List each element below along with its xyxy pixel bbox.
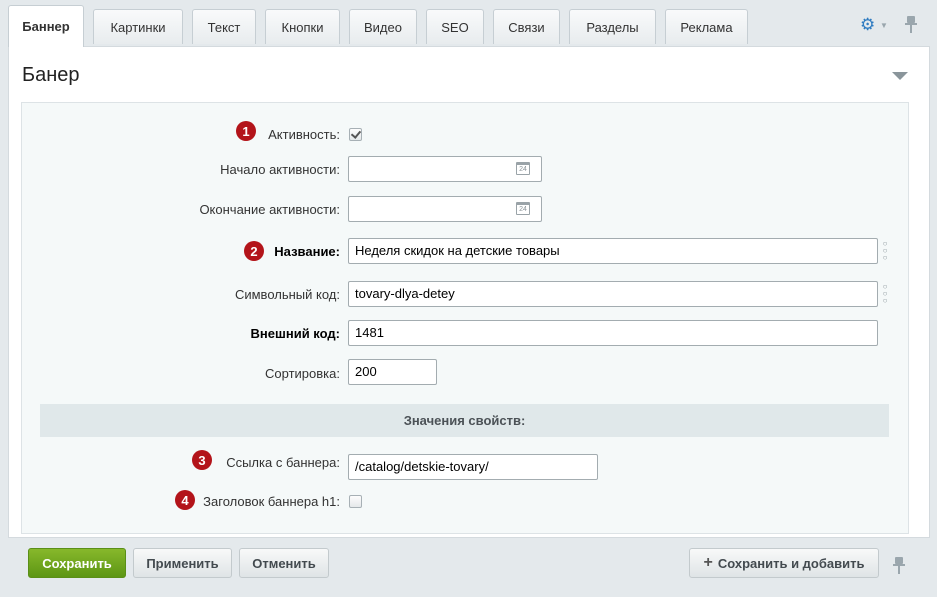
save-button[interactable]: Сохранить xyxy=(28,548,126,578)
xml-id-input[interactable]: 1481 xyxy=(348,320,878,346)
save-and-add-button[interactable]: + Сохранить и добавить xyxy=(689,548,879,578)
tab-bar: Баннер Картинки Текст Кнопки Видео SEO С… xyxy=(0,0,937,47)
chain-link-icon[interactable]: ○ ○ ○ xyxy=(880,240,890,262)
tab-buttons[interactable]: Кнопки xyxy=(265,9,340,44)
chain-link-icon[interactable]: ○ ○ ○ xyxy=(880,283,890,305)
sort-label: Сортировка: xyxy=(265,366,340,381)
link-input[interactable]: /catalog/detskie-tovary/ xyxy=(348,454,598,480)
active-label: Активность: xyxy=(268,127,340,142)
tab-sections[interactable]: Разделы xyxy=(569,9,656,44)
date-end-input[interactable] xyxy=(348,196,542,222)
sort-input[interactable]: 200 xyxy=(348,359,437,385)
code-input[interactable]: tovary-dlya-detey xyxy=(348,281,878,307)
date-end-label: Окончание активности: xyxy=(199,202,340,217)
code-label: Символьный код: xyxy=(234,287,340,302)
tab-video[interactable]: Видео xyxy=(349,9,417,44)
tab-text[interactable]: Текст xyxy=(192,9,256,44)
calendar-icon[interactable]: 24 xyxy=(516,162,530,175)
h1-label: Заголовок баннера h1: xyxy=(203,494,340,509)
apply-button[interactable]: Применить xyxy=(133,548,232,578)
name-label: Название: xyxy=(274,244,340,259)
tab-label: Разделы xyxy=(586,19,639,35)
name-input[interactable]: Неделя скидок на детские товары xyxy=(348,238,878,264)
tab-ads[interactable]: Реклама xyxy=(665,9,748,44)
badge-4: 4 xyxy=(175,490,195,510)
badge-1: 1 xyxy=(236,121,256,141)
cancel-button[interactable]: Отменить xyxy=(239,548,329,578)
active-checkbox[interactable] xyxy=(349,128,362,141)
tab-banner[interactable]: Баннер xyxy=(8,5,84,47)
h1-checkbox[interactable] xyxy=(349,495,362,508)
triangle-down-icon[interactable] xyxy=(892,72,908,80)
tab-label: Кнопки xyxy=(281,19,324,35)
properties-section-header: Значения свойств: xyxy=(40,404,889,437)
tab-images[interactable]: Картинки xyxy=(93,9,183,44)
xml-id-label: Внешний код: xyxy=(250,326,340,341)
tab-label: Картинки xyxy=(110,19,166,35)
tab-label: Связи xyxy=(508,19,545,35)
save-and-add-label: Сохранить и добавить xyxy=(717,555,865,571)
pin-icon[interactable] xyxy=(893,557,905,575)
plus-icon: + xyxy=(703,554,713,571)
chevron-down-icon: ▼ xyxy=(880,21,888,30)
tab-seo[interactable]: SEO xyxy=(426,9,484,44)
pin-icon[interactable] xyxy=(905,16,917,34)
link-label: Ссылка с баннера: xyxy=(226,455,340,470)
tab-label: Реклама xyxy=(680,19,733,35)
date-start-label: Начало активности: xyxy=(220,162,340,177)
badge-3: 3 xyxy=(192,450,212,470)
badge-2: 2 xyxy=(244,241,264,261)
gear-icon[interactable]: ⚙ ▼ xyxy=(860,15,888,35)
tab-label: Видео xyxy=(364,19,402,35)
tab-label: Текст xyxy=(207,19,241,35)
tab-label: SEO xyxy=(441,19,469,35)
date-start-input[interactable] xyxy=(348,156,542,182)
tab-links[interactable]: Связи xyxy=(493,9,560,44)
page-title: Банер xyxy=(22,64,80,86)
tab-label: Баннер xyxy=(22,19,70,34)
calendar-icon[interactable]: 24 xyxy=(516,202,530,215)
